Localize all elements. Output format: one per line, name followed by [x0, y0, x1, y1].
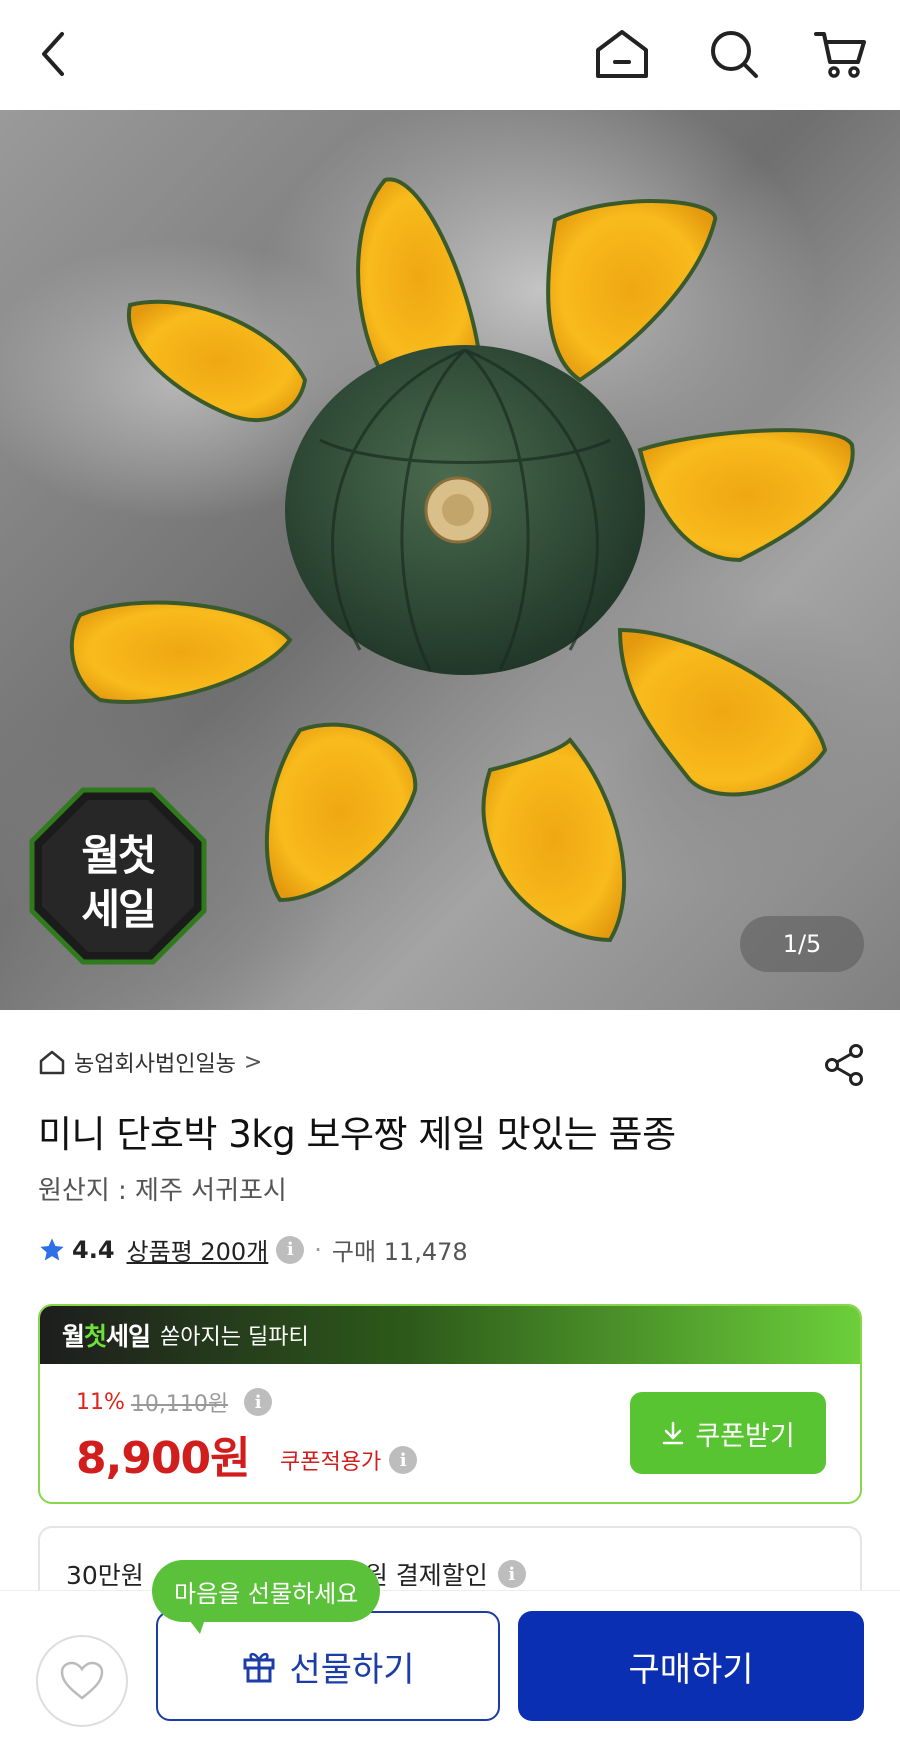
store-home-icon [39, 1050, 65, 1075]
info-icon[interactable]: i [389, 1446, 418, 1474]
sale-price: 8,900원 [76, 1433, 251, 1484]
coupon-button-label: 쿠폰받기 [695, 1420, 795, 1452]
sale-badge: 월첫 세일 [28, 786, 208, 966]
deal-logo: 월첫세일 [62, 1322, 151, 1351]
review-count-link[interactable]: 상품평 200개 [127, 1232, 269, 1267]
info-icon[interactable]: i [497, 1560, 526, 1588]
gift-tooltip-tail [186, 1616, 206, 1634]
bottom-action-bar: 선물하기 구매하기 [0, 1590, 900, 1752]
gift-tooltip: 마음을 선물하세요 [152, 1560, 381, 1622]
coupon-price-label: 쿠폰적용가 i [280, 1444, 418, 1476]
cart-button[interactable] [808, 22, 872, 86]
deal-card: 월첫세일 쏟아지는 딜파티 11% 10,110원 i 8,900원 쿠폰적용가… [38, 1304, 862, 1504]
seller-chevron-icon: > [243, 1049, 263, 1075]
coupon-download-button[interactable]: 쿠폰받기 [630, 1392, 826, 1474]
home-icon [596, 30, 648, 78]
top-navigation-bar [0, 0, 900, 110]
whole-pumpkin [285, 345, 645, 675]
share-button[interactable] [822, 1042, 868, 1088]
sale-badge-line2: 세일 [81, 885, 156, 934]
cart-icon [814, 32, 866, 78]
download-icon [663, 1421, 684, 1445]
discount-percent: 11% [76, 1389, 125, 1415]
seller-name: 농업회사법인일농 [74, 1052, 236, 1077]
info-icon[interactable]: i [276, 1235, 305, 1264]
gift-button-label: 선물하기 [289, 1649, 415, 1690]
purchase-count: 구매 11,478 [331, 1238, 468, 1266]
deal-header: 월첫세일 쏟아지는 딜파티 [40, 1306, 860, 1364]
back-button[interactable] [22, 22, 86, 86]
seller-link[interactable]: 농업회사법인일농 > [38, 1046, 262, 1078]
sale-badge-line1: 월첫 [81, 831, 156, 880]
search-icon [711, 31, 758, 78]
gift-button[interactable]: 선물하기 [156, 1611, 500, 1721]
deal-tagline: 쏟아지는 딜파티 [160, 1325, 309, 1350]
rating-row: 4.4 상품평 200개 i · 구매 11,478 [38, 1232, 468, 1267]
original-price: 10,110원 [130, 1392, 229, 1417]
gift-icon [243, 1652, 275, 1683]
product-image-carousel[interactable]: 월첫 세일 1/5 [0, 110, 900, 1010]
buy-button[interactable]: 구매하기 [518, 1611, 864, 1721]
rating-score: 4.4 [72, 1235, 115, 1264]
discount-row: 11% 10,110원 i [76, 1386, 273, 1418]
star-icon [40, 1237, 64, 1260]
separator-dot: · [314, 1235, 322, 1264]
product-title: 미니 단호박 3kg 보우짱 제일 맛있는 품종 [38, 1113, 676, 1156]
heart-icon [60, 1661, 104, 1700]
share-icon [825, 1044, 863, 1086]
info-icon[interactable]: i [244, 1388, 273, 1416]
wishlist-button[interactable] [36, 1635, 128, 1727]
image-counter: 1/5 [740, 916, 864, 972]
back-arrow-icon [42, 32, 64, 76]
search-button[interactable] [702, 22, 766, 86]
home-button[interactable] [590, 22, 654, 86]
product-origin: 원산지 : 제주 서귀포시 [38, 1176, 287, 1206]
